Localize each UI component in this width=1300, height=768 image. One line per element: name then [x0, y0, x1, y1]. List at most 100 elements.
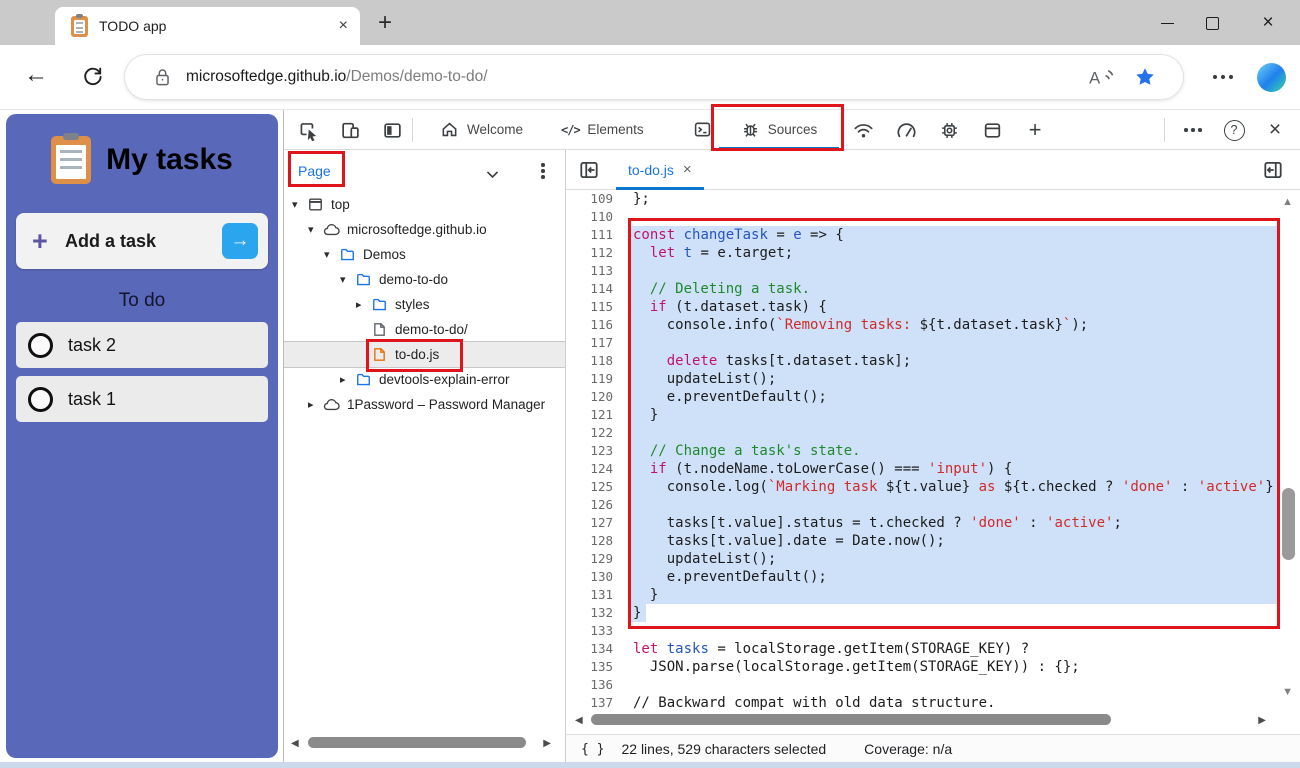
chevron-down-icon[interactable] — [486, 166, 499, 176]
favorite-star-icon[interactable] — [1134, 66, 1156, 88]
scroll-up-icon[interactable]: ▲ — [1282, 196, 1293, 208]
devtools-tab-sources[interactable]: Sources — [717, 110, 841, 149]
tree-item-demos[interactable]: ▾Demos — [284, 242, 565, 267]
scroll-left-icon[interactable]: ◀ — [575, 715, 583, 726]
scroll-right-icon[interactable]: ▶ — [1258, 715, 1266, 726]
scroll-left-icon[interactable]: ◀ — [291, 738, 299, 749]
back-button[interactable]: ← — [24, 61, 48, 89]
devtools-tab-console-drawer[interactable] — [682, 110, 722, 149]
lock-icon[interactable] — [154, 67, 171, 87]
code-line-135[interactable]: 135 JSON.parse(localStorage.getItem(STOR… — [566, 658, 1300, 676]
pretty-print-button[interactable]: { } — [581, 742, 604, 757]
tree-expand-icon[interactable]: ▾ — [308, 223, 323, 236]
navigator-tab-page[interactable]: Page — [298, 150, 331, 192]
tree-item-styles[interactable]: ▸styles — [284, 292, 565, 317]
task-checkbox[interactable] — [28, 387, 53, 412]
application-icon[interactable] — [980, 118, 1004, 142]
editor-horizontal-scrollbar[interactable]: ◀ ▶ — [566, 712, 1272, 728]
code-line-127[interactable]: 127 tasks[t.value].status = t.checked ? … — [566, 514, 1300, 532]
tree-item-top[interactable]: ▾top — [284, 192, 565, 217]
hide-navigator-icon[interactable] — [578, 159, 600, 181]
tree-collapse-icon[interactable]: ▸ — [356, 298, 371, 311]
address-bar[interactable]: microsoftedge.github.io/Demos/demo-to-do… — [125, 55, 1183, 99]
code-line-109[interactable]: 109}; — [566, 190, 1300, 208]
submit-task-button[interactable]: → — [222, 223, 258, 259]
code-line-114[interactable]: 114 // Deleting a task. — [566, 280, 1300, 298]
browser-tab[interactable]: TODO app × — [55, 7, 360, 45]
devtools-tab-welcome[interactable]: Welcome — [424, 110, 539, 149]
tree-item-to-do-js[interactable]: to-do.js — [284, 342, 565, 367]
close-devtools-icon[interactable]: × — [1263, 118, 1287, 142]
task-row[interactable]: task 2 — [16, 322, 268, 368]
tab-close-icon[interactable]: × — [339, 17, 348, 35]
help-icon[interactable]: ? — [1222, 118, 1246, 142]
tree-item-1password-password-manager[interactable]: ▸1Password – Password Manager — [284, 392, 565, 417]
read-aloud-icon[interactable]: A — [1087, 65, 1114, 89]
window-minimize-button[interactable] — [1149, 8, 1185, 38]
editor-vertical-scrollbar-thumb[interactable] — [1282, 488, 1295, 560]
tree-expand-icon[interactable]: ▾ — [292, 198, 307, 211]
more-options-icon[interactable] — [1181, 118, 1205, 142]
code-line-116[interactable]: 116 console.info(`Removing tasks: ${t.da… — [566, 316, 1300, 334]
code-line-126[interactable]: 126 — [566, 496, 1300, 514]
browser-settings-menu-icon[interactable] — [1206, 70, 1240, 84]
copilot-icon[interactable] — [1257, 63, 1286, 92]
code-line-123[interactable]: 123 // Change a task's state. — [566, 442, 1300, 460]
code-line-132[interactable]: 132} — [566, 604, 1300, 622]
scrollbar-thumb[interactable] — [591, 714, 1111, 725]
code-line-119[interactable]: 119 updateList(); — [566, 370, 1300, 388]
scroll-down-icon[interactable]: ▼ — [1282, 686, 1293, 698]
scroll-right-icon[interactable]: ▶ — [543, 738, 551, 749]
devtools-tab-elements[interactable]: </>Elements — [542, 110, 662, 149]
tree-item-devtools-explain-error[interactable]: ▸devtools-explain-error — [284, 367, 565, 392]
tree-item-demo-to-do-[interactable]: demo-to-do/ — [284, 317, 565, 342]
editor-tab-close-icon[interactable]: × — [683, 161, 692, 178]
code-line-115[interactable]: 115 if (t.dataset.task) { — [566, 298, 1300, 316]
code-line-137[interactable]: 137// Backward compat with old data stru… — [566, 694, 1300, 712]
memory-icon[interactable] — [937, 118, 961, 142]
navigator-horizontal-scrollbar[interactable]: ◀ ▶ — [286, 736, 559, 750]
scrollbar-thumb[interactable] — [308, 737, 526, 748]
code-line-122[interactable]: 122 — [566, 424, 1300, 442]
network-conditions-icon[interactable] — [851, 118, 875, 142]
code-line-134[interactable]: 134let tasks = localStorage.getItem(STOR… — [566, 640, 1300, 658]
code-line-136[interactable]: 136 — [566, 676, 1300, 694]
task-row[interactable]: task 1 — [16, 376, 268, 422]
editor-tab-to-do-js[interactable]: to-do.js × — [616, 150, 704, 189]
dock-side-icon[interactable] — [380, 118, 404, 142]
refresh-button[interactable] — [80, 64, 105, 89]
window-maximize-button[interactable] — [1194, 8, 1230, 38]
code-line-120[interactable]: 120 e.preventDefault(); — [566, 388, 1300, 406]
code-line-124[interactable]: 124 if (t.nodeName.toLowerCase() === 'in… — [566, 460, 1300, 478]
task-checkbox[interactable] — [28, 333, 53, 358]
code-line-125[interactable]: 125 console.log(`Marking task ${t.value}… — [566, 478, 1300, 496]
code-line-130[interactable]: 130 e.preventDefault(); — [566, 568, 1300, 586]
inspect-icon[interactable] — [296, 118, 320, 142]
tree-expand-icon[interactable]: ▾ — [324, 248, 339, 261]
code-line-128[interactable]: 128 tasks[t.value].date = Date.now(); — [566, 532, 1300, 550]
tree-collapse-icon[interactable]: ▸ — [340, 373, 355, 386]
performance-icon[interactable] — [894, 118, 918, 142]
code-line-112[interactable]: 112 let t = e.target; — [566, 244, 1300, 262]
url-text[interactable]: microsoftedge.github.io/Demos/demo-to-do… — [186, 68, 1087, 86]
code-line-129[interactable]: 129 updateList(); — [566, 550, 1300, 568]
tree-collapse-icon[interactable]: ▸ — [308, 398, 323, 411]
window-close-button[interactable]: × — [1250, 8, 1286, 38]
device-emulation-icon[interactable] — [338, 118, 362, 142]
tree-item-microsoftedge-github-io[interactable]: ▾microsoftedge.github.io — [284, 217, 565, 242]
code-line-118[interactable]: 118 delete tasks[t.dataset.task]; — [566, 352, 1300, 370]
tree-item-demo-to-do[interactable]: ▾demo-to-do — [284, 267, 565, 292]
code-line-131[interactable]: 131 } — [566, 586, 1300, 604]
add-task-field[interactable]: + Add a task → — [16, 213, 268, 269]
code-line-133[interactable]: 133 — [566, 622, 1300, 640]
show-debugger-sidebar-icon[interactable] — [1262, 159, 1284, 181]
code-line-111[interactable]: 111const changeTask = e => { — [566, 226, 1300, 244]
code-line-110[interactable]: 110 — [566, 208, 1300, 226]
tree-expand-icon[interactable]: ▾ — [340, 273, 355, 286]
more-tabs-icon[interactable]: + — [1023, 118, 1047, 142]
new-tab-button[interactable]: + — [370, 8, 400, 38]
more-options-kebab-icon[interactable] — [534, 160, 552, 182]
code-line-121[interactable]: 121 } — [566, 406, 1300, 424]
code-editor-content[interactable]: 109};110111const changeTask = e => {112 … — [566, 190, 1300, 712]
code-line-117[interactable]: 117 — [566, 334, 1300, 352]
